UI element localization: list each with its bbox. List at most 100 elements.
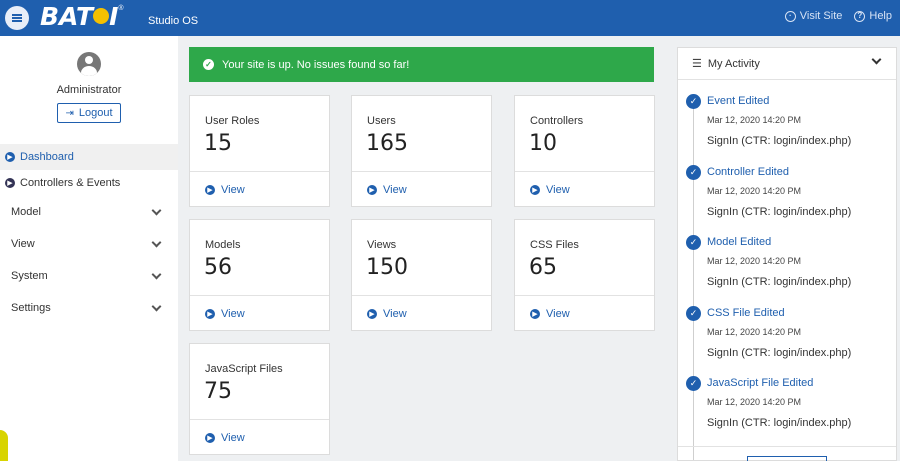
sidebar-group-label: Settings bbox=[11, 302, 51, 314]
activity-title-link[interactable]: Model Edited bbox=[707, 235, 896, 248]
card-divider bbox=[352, 171, 491, 172]
card-value: 56 bbox=[204, 255, 232, 280]
user-name: Administrator bbox=[56, 84, 122, 96]
help-icon: ? bbox=[854, 10, 866, 22]
card-label: Models bbox=[205, 239, 241, 251]
activity-title-link[interactable]: CSS File Edited bbox=[707, 306, 896, 319]
check-circle-icon: ✓ bbox=[203, 59, 214, 70]
arrow-circle-icon: ▶ bbox=[205, 433, 215, 443]
arrow-circle-icon: ▶ bbox=[530, 185, 540, 195]
card-view-link[interactable]: ▶ View bbox=[530, 184, 570, 196]
sidebar-group-system[interactable]: System bbox=[0, 260, 178, 292]
status-alert: ✓ Your site is up. No issues found so fa… bbox=[189, 47, 654, 82]
brand-logo[interactable]: BAT I ® bbox=[40, 3, 124, 31]
activity-header[interactable]: ☰ My Activity bbox=[678, 48, 896, 80]
check-circle-icon: ✓ bbox=[686, 305, 701, 321]
sidebar-group-label: View bbox=[11, 238, 35, 250]
stat-card-css-files: CSS Files 65 ▶ View bbox=[514, 219, 655, 331]
arrow-circle-icon: ▶ bbox=[205, 309, 215, 319]
activity-date: Mar 12, 2020 14:20 PM bbox=[707, 115, 802, 125]
activity-title-link[interactable]: Event Edited bbox=[707, 94, 896, 107]
card-view-link[interactable]: ▶ View bbox=[367, 308, 407, 320]
activity-detail: SignIn (CTR: login/index.php) bbox=[707, 417, 852, 429]
card-value: 10 bbox=[529, 131, 557, 156]
arrow-circle-icon: ▶ bbox=[205, 185, 215, 195]
activity-title: My Activity bbox=[707, 57, 760, 70]
brand-mark-icon bbox=[93, 8, 110, 24]
chevron-down-icon[interactable] bbox=[871, 54, 882, 65]
sidebar-item-dashboard[interactable]: ▶ Dashboard bbox=[0, 144, 178, 170]
arrow-circle-icon: ▶ bbox=[367, 309, 377, 319]
card-label: JavaScript Files bbox=[205, 363, 283, 375]
view-label: View bbox=[546, 308, 570, 320]
chevron-down-icon bbox=[151, 269, 162, 280]
card-divider bbox=[190, 295, 329, 296]
activity-item: ✓ CSS File Edited Mar 12, 2020 14:20 PM … bbox=[678, 305, 896, 377]
activity-item: ✓ Controller Edited Mar 12, 2020 14:20 P… bbox=[678, 164, 896, 236]
card-view-link[interactable]: ▶ View bbox=[205, 308, 245, 320]
chevron-down-icon bbox=[151, 237, 162, 248]
activity-more-button[interactable] bbox=[747, 456, 827, 461]
menu-toggle-button[interactable] bbox=[5, 6, 29, 30]
card-view-link[interactable]: ▶ View bbox=[205, 184, 245, 196]
card-label: Users bbox=[367, 115, 396, 127]
sidebar-item-controllers-events[interactable]: ▶ Controllers & Events bbox=[0, 170, 178, 196]
activity-title-link[interactable]: JavaScript File Edited bbox=[707, 376, 896, 389]
card-view-link[interactable]: ▶ View bbox=[205, 432, 245, 444]
sidebar-group-view[interactable]: View bbox=[0, 228, 178, 260]
check-circle-icon: ✓ bbox=[686, 235, 701, 250]
visit-site-link[interactable]: · Visit Site bbox=[784, 10, 842, 22]
activity-title-link[interactable]: Controller Edited bbox=[707, 165, 896, 178]
activity-detail: SignIn (CTR: login/index.php) bbox=[707, 135, 852, 147]
card-label: CSS Files bbox=[530, 239, 579, 251]
activity-date: Mar 12, 2020 14:20 PM bbox=[707, 185, 802, 196]
activity-date: Mar 12, 2020 14:20 PM bbox=[707, 256, 802, 266]
card-view-link[interactable]: ▶ View bbox=[530, 308, 570, 320]
card-value: 65 bbox=[529, 255, 557, 280]
card-value: 150 bbox=[366, 255, 408, 280]
sidebar-group-label: Model bbox=[11, 206, 41, 218]
sidebar-group-model[interactable]: Model bbox=[0, 196, 178, 228]
stat-card-views: Views 150 ▶ View bbox=[351, 219, 492, 331]
chevron-down-icon bbox=[151, 205, 162, 216]
activity-item: ✓ Model Edited Mar 12, 2020 14:20 PM Sig… bbox=[678, 235, 896, 306]
user-profile: Administrator ⇥ Logout bbox=[0, 36, 178, 138]
logout-label: Logout bbox=[78, 107, 113, 119]
activity-detail: SignIn (CTR: login/index.php) bbox=[707, 205, 852, 218]
sidebar-nav: ▶ Dashboard ▶ Controllers & Events Model… bbox=[0, 144, 178, 324]
logout-icon: ⇥ bbox=[65, 107, 74, 119]
activity-item: ✓ Event Edited Mar 12, 2020 14:20 PM Sig… bbox=[678, 94, 896, 165]
card-label: Views bbox=[367, 239, 397, 251]
help-link[interactable]: ? Help bbox=[854, 10, 892, 22]
card-label: User Roles bbox=[205, 115, 260, 127]
card-divider bbox=[190, 171, 329, 172]
arrow-circle-icon: ▶ bbox=[530, 309, 540, 319]
card-view-link[interactable]: ▶ View bbox=[367, 184, 407, 196]
arrow-circle-icon: ▶ bbox=[5, 178, 15, 188]
card-value: 165 bbox=[366, 131, 408, 156]
list-icon: ☰ bbox=[692, 58, 702, 70]
logout-button[interactable]: ⇥ Logout bbox=[57, 103, 121, 123]
view-label: View bbox=[221, 184, 245, 196]
card-value: 15 bbox=[204, 131, 232, 156]
view-label: View bbox=[383, 184, 407, 196]
card-divider bbox=[515, 171, 654, 172]
product-name: Studio OS bbox=[148, 15, 199, 27]
arrow-circle-icon: ▶ bbox=[5, 152, 15, 162]
brand-word-tail: I bbox=[109, 2, 119, 31]
sidebar-item-label: Dashboard bbox=[20, 151, 74, 163]
chevron-down-icon bbox=[151, 301, 162, 312]
view-label: View bbox=[221, 308, 245, 320]
activity-timeline: ✓ Event Edited Mar 12, 2020 14:20 PM Sig… bbox=[678, 80, 896, 460]
sidebar-group-settings[interactable]: Settings bbox=[0, 292, 178, 324]
card-divider bbox=[352, 295, 491, 296]
stat-card-javascript-files: JavaScript Files 75 ▶ View bbox=[189, 343, 330, 455]
sidebar-group-label: System bbox=[11, 270, 48, 282]
sidebar: Administrator ⇥ Logout ▶ Dashboard ▶ Con… bbox=[0, 36, 178, 461]
stat-card-user-roles: User Roles 15 ▶ View bbox=[189, 95, 330, 207]
registered-mark: ® bbox=[118, 5, 124, 12]
check-circle-icon: ✓ bbox=[686, 376, 701, 391]
corner-accent bbox=[0, 430, 8, 461]
card-divider bbox=[515, 295, 654, 296]
activity-date: Mar 12, 2020 14:20 PM bbox=[707, 397, 802, 407]
